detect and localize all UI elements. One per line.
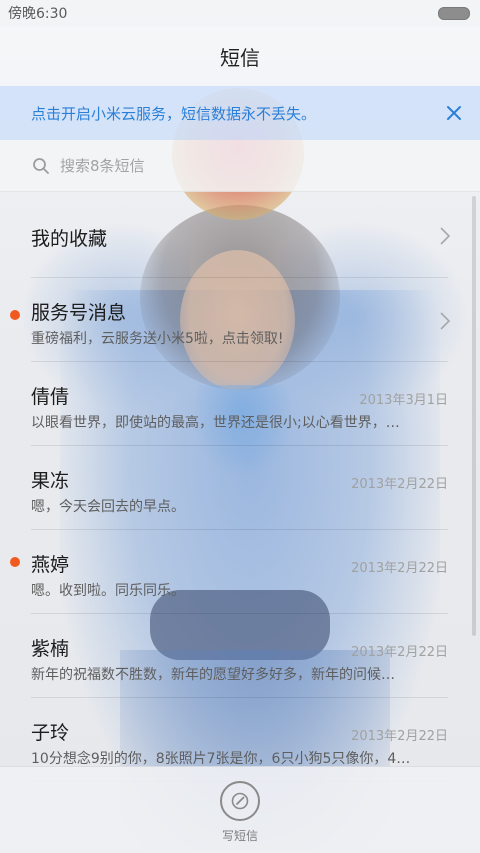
cloud-service-banner[interactable]: 点击开启小米云服务，短信数据永不丢失。 (0, 86, 480, 140)
conversation-list: 我的收藏 服务号消息 重磅福利，云服务送小米5啦，点击领取! 倩倩 2013年3… (0, 192, 480, 782)
bottom-bar: 写短信 (0, 766, 480, 853)
search-icon (33, 157, 49, 174)
banner-text: 点击开启小米云服务，短信数据永不丢失。 (31, 104, 317, 123)
conversation-row[interactable]: 倩倩 2013年3月1日 以眼看世界，即使站的最高，世界还是很小;以心看世界，… (0, 362, 480, 446)
message-preview: 以眼看世界，即使站的最高，世界还是很小;以心看世界，… (31, 415, 400, 431)
message-preview: 新年的祝福数不胜数，新年的愿望好多好多，新年的问候… (31, 667, 395, 683)
message-date: 2013年2月22日 (351, 729, 448, 744)
sms-screen: 傍晚6:30 短信 点击开启小米云服务，短信数据永不丢失。 我的收藏 服务号 (0, 0, 480, 853)
message-date: 2013年2月22日 (351, 561, 448, 576)
compose-button[interactable]: 写短信 (217, 781, 263, 844)
chevron-right-icon (440, 312, 451, 330)
status-time: 傍晚6:30 (8, 6, 68, 22)
conversation-row[interactable]: 紫楠 2013年2月22日 新年的祝福数不胜数，新年的愿望好多好多，新年的问候… (0, 614, 480, 698)
unread-dot (10, 557, 20, 567)
message-preview: 嗯。收到啦。同乐同乐。 (31, 583, 185, 599)
favorites-row[interactable]: 我的收藏 (0, 192, 480, 278)
search-input[interactable] (58, 155, 442, 176)
service-messages-row[interactable]: 服务号消息 重磅福利，云服务送小米5啦，点击领取! (0, 278, 480, 362)
contact-name: 果冻 (31, 470, 70, 492)
conversation-row[interactable]: 果冻 2013年2月22日 嗯，今天会回去的早点。 (0, 446, 480, 530)
compose-label: 写短信 (221, 829, 258, 843)
close-icon[interactable] (440, 99, 468, 127)
favorites-label: 我的收藏 (31, 228, 108, 250)
contact-name: 燕婷 (31, 554, 70, 576)
title-bar: 短信 (0, 26, 480, 86)
status-bar: 傍晚6:30 (0, 0, 480, 26)
message-date: 2013年3月1日 (359, 393, 448, 408)
message-date: 2013年2月22日 (351, 645, 448, 660)
message-preview: 嗯，今天会回去的早点。 (31, 499, 185, 515)
service-preview: 重磅福利，云服务送小米5啦，点击领取! (31, 331, 284, 347)
search-bar[interactable] (0, 140, 480, 192)
battery-icon (438, 6, 470, 20)
message-date: 2013年2月22日 (351, 477, 448, 492)
unread-dot (10, 310, 20, 320)
conversation-row[interactable]: 燕婷 2013年2月22日 嗯。收到啦。同乐同乐。 (0, 530, 480, 614)
contact-name: 倩倩 (31, 386, 70, 408)
scrollbar[interactable] (472, 196, 476, 636)
contact-name: 子玲 (31, 722, 70, 744)
compose-icon (220, 781, 260, 821)
page-title: 短信 (220, 45, 260, 70)
message-preview: 10分想念9别的你，8张照片7张是你，6只小狗5只像你，4… (31, 751, 411, 767)
service-label: 服务号消息 (31, 302, 127, 324)
contact-name: 紫楠 (31, 638, 70, 660)
chevron-right-icon (440, 227, 451, 245)
